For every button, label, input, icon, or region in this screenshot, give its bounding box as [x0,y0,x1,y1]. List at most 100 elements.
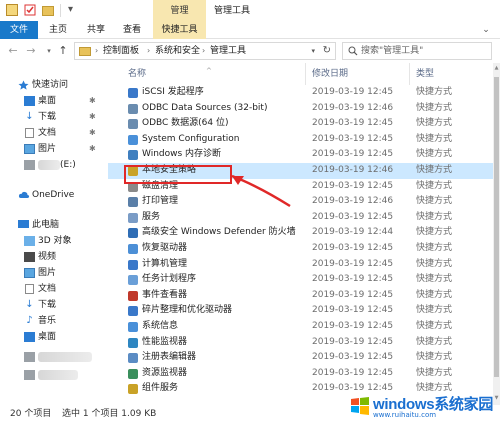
file-row[interactable]: System Configuration 2019-03-19 12:45 快捷方式 [108,132,493,148]
new-folder-icon[interactable] [42,6,54,16]
chevron-right-icon[interactable]: › [147,43,150,59]
nav-this-pc[interactable]: 此电脑 [0,217,105,233]
file-row[interactable]: ODBC Data Sources (32-bit) 2019-03-19 12:… [108,101,493,117]
nav-pc-pictures[interactable]: 图片 [0,265,105,281]
file-row[interactable]: 高级安全 Windows Defender 防火墙 2019-03-19 12:4… [108,225,493,241]
pin-icon[interactable]: ✱ [89,141,96,157]
pin-icon[interactable]: ✱ [89,125,96,141]
column-header-date[interactable]: 修改日期 [306,63,410,85]
nav-3d-objects[interactable]: 3D 对象 [0,233,105,249]
file-name: ODBC Data Sources (32-bit) [142,102,268,113]
nav-quick-access[interactable]: 快速访问 [0,77,105,93]
tab-file[interactable]: 文件 [0,21,38,39]
up-button[interactable]: ↑ [56,43,70,59]
file-row[interactable]: 碎片整理和优化驱动器 2019-03-19 12:45 快捷方式 [108,303,493,319]
search-input[interactable] [361,44,489,58]
column-header-name[interactable]: 名称 ^ [108,63,306,85]
chevron-down-icon[interactable]: ▾ [311,43,315,59]
search-box[interactable] [342,42,492,60]
recent-locations-button[interactable]: ▾ [42,43,56,59]
file-row[interactable]: 服务 2019-03-19 12:45 快捷方式 [108,210,493,226]
file-name: 事件查看器 [142,289,188,300]
file-name: 计算机管理 [142,258,188,269]
tab-home[interactable]: 主页 [42,21,74,39]
file-date: 2019-03-19 12:45 [312,87,394,97]
checkmark-icon[interactable] [24,4,36,16]
nav-documents[interactable]: 文档 ✱ [0,125,105,141]
refresh-icon[interactable]: ↻ [323,43,331,59]
file-row[interactable]: 资源监视器 2019-03-19 12:45 快捷方式 [108,366,493,382]
customize-toolbar-icon[interactable]: ▾ [68,4,80,16]
chevron-right-icon[interactable]: › [95,43,98,59]
vertical-scrollbar[interactable]: ▲ ▼ [493,63,500,405]
file-row[interactable]: 注册表编辑器 2019-03-19 12:45 快捷方式 [108,350,493,366]
file-row[interactable]: iSCSI 发起程序 2019-03-19 12:45 快捷方式 [108,85,493,101]
file-list: iSCSI 发起程序 2019-03-19 12:45 快捷方式 ODBC Data … [108,85,493,403]
scrollbar-thumb[interactable] [494,77,499,377]
properties-icon[interactable] [6,4,18,16]
nav-label: 桌面 [38,332,57,342]
file-type: 快捷方式 [416,258,453,269]
file-row[interactable]: 任务计划程序 2019-03-19 12:45 快捷方式 [108,272,493,288]
shortcut-icon [128,353,138,364]
chevron-right-icon[interactable]: › [202,43,205,59]
address-bar[interactable]: › 控制面板 › 系统和安全 › 管理工具 ▾ ↻ [74,42,336,60]
shortcut-icon [128,103,138,114]
tab-view[interactable]: 查看 [116,21,148,39]
file-row[interactable]: 性能监视器 2019-03-19 12:45 快捷方式 [108,335,493,351]
shortcut-icon [128,197,138,208]
file-row[interactable]: 打印管理 2019-03-19 12:46 快捷方式 [108,194,493,210]
file-date: 2019-03-19 12:45 [312,352,394,363]
file-type: 快捷方式 [416,102,453,113]
pin-icon[interactable]: ✱ [89,109,96,125]
breadcrumb-system-security[interactable]: 系统和安全 [155,43,200,59]
back-button[interactable]: ← [6,43,20,59]
nav-desktop[interactable]: 桌面 ✱ [0,93,105,109]
nav-label: 3D 对象 [38,236,72,246]
breadcrumb-control-panel[interactable]: 控制面板 [103,43,139,59]
tab-shortcut-tools[interactable]: 快捷工具 [153,21,206,39]
tab-share[interactable]: 共享 [80,21,112,39]
shortcut-icon [128,384,138,395]
file-date: 2019-03-19 12:45 [312,321,394,331]
nav-pictures[interactable]: 图片 ✱ [0,141,105,157]
file-name: 性能监视器 [142,336,188,347]
pictures-icon [24,144,35,154]
ribbon-tabs: 文件 主页 共享 查看 快捷工具 ⌄ [0,21,500,39]
expand-ribbon-icon[interactable]: ⌄ [480,24,492,36]
cloud-icon [18,191,30,198]
file-row[interactable]: 计算机管理 2019-03-19 12:45 快捷方式 [108,257,493,273]
file-row[interactable]: 系统信息 2019-03-19 12:45 快捷方式 [108,319,493,335]
file-date: 2019-03-19 12:44 [312,227,394,238]
nav-drive-redacted-1[interactable] [0,349,105,365]
file-date: 2019-03-19 12:45 [312,274,394,285]
file-name: ODBC 数据源(64 位) [142,118,229,129]
nav-pc-downloads[interactable]: ↓ 下载 [0,297,105,313]
navigation-pane: 快速访问 桌面 ✱ ↓ 下载 ✱ 文档 ✱ 图片 ✱ (E:) OneDrive… [0,63,105,405]
nav-onedrive[interactable]: OneDrive [0,187,105,203]
file-row[interactable]: 恢复驱动器 2019-03-19 12:45 快捷方式 [108,241,493,257]
nav-pc-desktop[interactable]: 桌面 [0,329,105,345]
file-type: 快捷方式 [416,336,453,347]
shortcut-icon [128,134,138,145]
music-icon: ♪ [26,315,33,326]
file-row[interactable]: ODBC 数据源(64 位) 2019-03-19 12:45 快捷方式 [108,116,493,132]
nav-pc-documents[interactable]: 文档 [0,281,105,297]
shortcut-icon [128,212,138,223]
file-row[interactable]: 事件查看器 2019-03-19 12:45 快捷方式 [108,288,493,304]
watermark-url: www.ruihaitu.com [373,411,437,419]
forward-button[interactable]: → [24,43,38,59]
nav-downloads[interactable]: ↓ 下载 ✱ [0,109,105,125]
nav-music[interactable]: ♪ 音乐 [0,313,105,329]
file-name: 系统信息 [142,321,179,331]
pin-icon[interactable]: ✱ [89,93,96,109]
file-name: 碎片整理和优化驱动器 [142,305,233,316]
nav-drive-e[interactable]: (E:) [0,157,105,173]
breadcrumb-admin-tools[interactable]: 管理工具 [210,43,246,59]
file-row[interactable]: Windows 内存诊断 2019-03-19 12:45 快捷方式 [108,147,493,163]
column-header-type[interactable]: 类型 [410,63,488,85]
scroll-up-icon[interactable]: ▲ [493,63,500,73]
nav-drive-redacted-2[interactable] [0,367,105,383]
nav-videos[interactable]: 视频 [0,249,105,265]
nav-label: 文档 [38,284,57,294]
